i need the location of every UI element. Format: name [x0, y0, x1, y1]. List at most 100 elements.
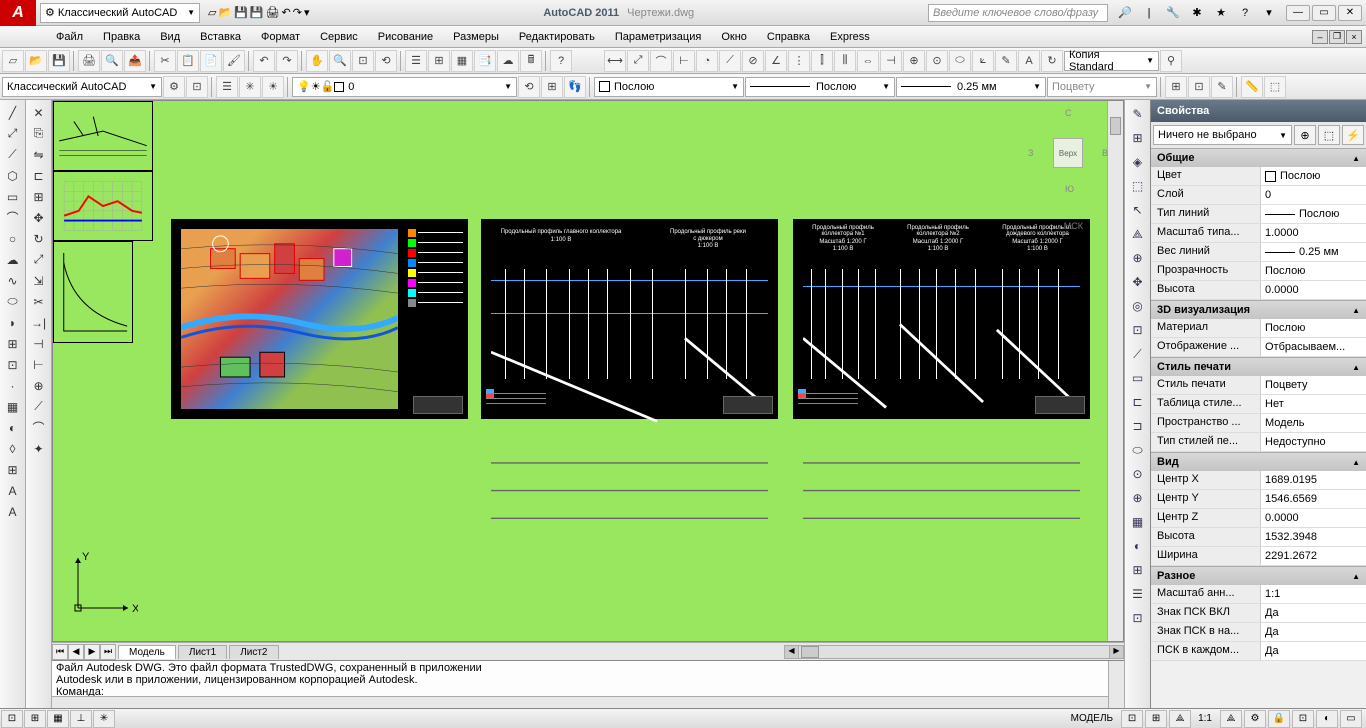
tool-16-icon[interactable]: ⊙: [1127, 463, 1149, 485]
star-icon[interactable]: ★: [1210, 4, 1232, 22]
dim-quick-icon[interactable]: ⋮: [788, 50, 810, 72]
qat-open-icon[interactable]: 📂: [218, 6, 232, 19]
tab-layout1[interactable]: Лист1: [178, 645, 227, 659]
properties-icon[interactable]: ☰: [405, 50, 427, 72]
calc-icon[interactable]: 🖩: [520, 50, 542, 72]
horizontal-scrollbar[interactable]: ◀▶: [784, 645, 1124, 659]
status-lock-icon[interactable]: 🔒: [1268, 710, 1290, 728]
layer-walk-icon[interactable]: 👣: [564, 76, 586, 98]
arc-icon[interactable]: ⌒: [2, 207, 24, 228]
dim-aligned-icon[interactable]: ⤢: [627, 50, 649, 72]
markup-icon[interactable]: ☁: [497, 50, 519, 72]
qat-save-icon[interactable]: 💾: [234, 6, 248, 19]
tab-layout2[interactable]: Лист2: [229, 645, 278, 659]
tool-18-icon[interactable]: ▦: [1127, 511, 1149, 533]
circle-icon[interactable]: ○: [2, 228, 24, 249]
layer-iso-icon[interactable]: ☀: [262, 76, 284, 98]
menu-view[interactable]: Вид: [150, 28, 190, 46]
menu-draw[interactable]: Рисование: [368, 28, 443, 46]
section-view[interactable]: Вид▲: [1151, 453, 1366, 471]
status-grid-icon[interactable]: ▦: [47, 710, 69, 728]
quick-select-icon[interactable]: ⚡: [1342, 125, 1364, 145]
copy-icon[interactable]: 📋: [177, 50, 199, 72]
layer-prev-icon[interactable]: ⟲: [518, 76, 540, 98]
pan-icon[interactable]: ✋: [306, 50, 328, 72]
table-icon[interactable]: ⊞: [2, 459, 24, 480]
dim-continue-icon[interactable]: ⫼: [834, 50, 856, 72]
qat-redo-icon[interactable]: ↷: [293, 6, 302, 19]
tool-11-icon[interactable]: ⟋: [1127, 343, 1149, 365]
dim-radius-icon[interactable]: ◔: [696, 50, 718, 72]
tool-5-icon[interactable]: ↖: [1127, 199, 1149, 221]
dimstyle-combo[interactable]: Копия Standard▼: [1064, 51, 1159, 71]
tool-3-icon[interactable]: ◈: [1127, 151, 1149, 173]
erase-icon[interactable]: ✕: [28, 102, 50, 123]
designcenter-icon[interactable]: ⊞: [428, 50, 450, 72]
tool-20-icon[interactable]: ⊞: [1127, 559, 1149, 581]
trim-icon[interactable]: ✂: [28, 291, 50, 312]
menu-insert[interactable]: Вставка: [190, 28, 251, 46]
tool-21-icon[interactable]: ☰: [1127, 583, 1149, 605]
extend-icon[interactable]: →|: [28, 312, 50, 333]
status-ortho-icon[interactable]: ⊥: [70, 710, 92, 728]
preview-icon[interactable]: 🔍: [101, 50, 123, 72]
tool-17-icon[interactable]: ⊕: [1127, 487, 1149, 509]
rotate-icon[interactable]: ↻: [28, 228, 50, 249]
viewcube-top[interactable]: Верх: [1053, 138, 1083, 168]
section-plot[interactable]: Стиль печати▲: [1151, 358, 1366, 376]
hatch-icon[interactable]: ▦: [2, 396, 24, 417]
dim-update-icon[interactable]: ↻: [1041, 50, 1063, 72]
match-icon[interactable]: 🖌: [223, 50, 245, 72]
dim-tedit-icon[interactable]: A: [1018, 50, 1040, 72]
xline-icon[interactable]: ⤢: [2, 123, 24, 144]
menu-file[interactable]: Файл: [46, 28, 93, 46]
app-logo[interactable]: A: [0, 0, 36, 26]
status-clean-icon[interactable]: ▭: [1340, 710, 1362, 728]
mirror-icon[interactable]: ⇋: [28, 144, 50, 165]
exchange-icon[interactable]: ✱: [1186, 4, 1208, 22]
block-edit-icon[interactable]: ✎: [1211, 76, 1233, 98]
status-scale-label[interactable]: 1:1: [1192, 713, 1218, 724]
status-quickview2-icon[interactable]: ⊞: [1145, 710, 1167, 728]
tool-icon[interactable]: 🔧: [1162, 4, 1184, 22]
tool-9-icon[interactable]: ◎: [1127, 295, 1149, 317]
undo-icon[interactable]: ↶: [253, 50, 275, 72]
move-icon[interactable]: ✥: [28, 207, 50, 228]
menu-dimension[interactable]: Размеры: [443, 28, 509, 46]
section-misc[interactable]: Разное▲: [1151, 567, 1366, 585]
dim-angular-icon[interactable]: ∠: [765, 50, 787, 72]
zoom-win-icon[interactable]: ⊡: [352, 50, 374, 72]
dim-linear-icon[interactable]: ⟷: [604, 50, 626, 72]
point-icon[interactable]: ·: [2, 375, 24, 396]
tool-10-icon[interactable]: ⊡: [1127, 319, 1149, 341]
doc-restore-button[interactable]: ❐: [1329, 30, 1345, 44]
select-objects-icon[interactable]: ⬚: [1318, 125, 1340, 145]
dim-break-icon[interactable]: ⊣: [880, 50, 902, 72]
menu-tools[interactable]: Сервис: [310, 28, 368, 46]
qat-plot-icon[interactable]: 🖨: [266, 6, 280, 19]
layer-combo[interactable]: 💡 ☀ 🔓 0▼: [292, 77, 517, 97]
tab-last-icon[interactable]: ⏭: [100, 644, 116, 660]
tab-prev-icon[interactable]: ◀: [68, 644, 84, 660]
explode-icon[interactable]: ✦: [28, 438, 50, 459]
line-icon[interactable]: ╱: [2, 102, 24, 123]
copy-obj-icon[interactable]: ⎘: [28, 123, 50, 144]
inspect-icon[interactable]: ⬭: [949, 50, 971, 72]
status-hardware-icon[interactable]: ⊡: [1292, 710, 1314, 728]
menu-format[interactable]: Формат: [251, 28, 310, 46]
status-ws-icon[interactable]: ⚙: [1244, 710, 1266, 728]
polygon-icon[interactable]: ⬡: [2, 165, 24, 186]
dim-jog-icon[interactable]: ⟋: [719, 50, 741, 72]
menu-help[interactable]: Справка: [757, 28, 820, 46]
close-button[interactable]: ✕: [1338, 5, 1362, 21]
array-icon[interactable]: ⊞: [28, 186, 50, 207]
status-polar-icon[interactable]: ✳: [93, 710, 115, 728]
doc-minimize-button[interactable]: –: [1312, 30, 1328, 44]
gradient-icon[interactable]: ◐: [2, 417, 24, 438]
dim-arc-icon[interactable]: ⌒: [650, 50, 672, 72]
binoculars-icon[interactable]: 🔎: [1114, 4, 1136, 22]
lineweight-combo[interactable]: 0.25 мм▼: [896, 77, 1046, 97]
join-icon[interactable]: ⊕: [28, 375, 50, 396]
publish-icon[interactable]: 📤: [124, 50, 146, 72]
help-icon[interactable]: ?: [1234, 4, 1256, 22]
